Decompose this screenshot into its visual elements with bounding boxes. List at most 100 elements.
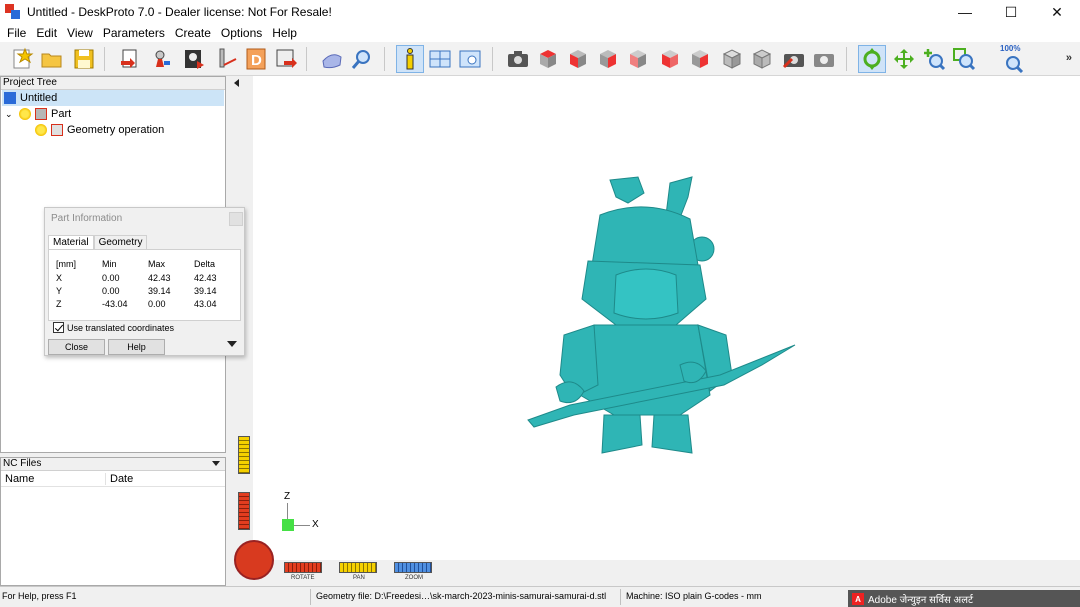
deskproto-app-icon: [5, 4, 21, 20]
view-box-button[interactable]: [748, 45, 776, 73]
column-header-date[interactable]: Date: [105, 472, 133, 485]
info-button[interactable]: [396, 45, 424, 73]
col-unit: [mm]: [56, 259, 76, 269]
zoom-100-button[interactable]: [1000, 47, 1028, 75]
open-button[interactable]: [38, 45, 66, 73]
cube-back-icon: [630, 50, 646, 68]
nc-files-title-text: NC Files: [3, 458, 42, 469]
view-back-button[interactable]: [624, 45, 652, 73]
nc-files-pane: NC Files Name Date: [0, 457, 226, 586]
cell: 39.14: [148, 286, 171, 296]
pan-mode-button[interactable]: [890, 45, 918, 73]
samurai-3d-model[interactable]: [520, 175, 810, 460]
part-info-table: [mm] Min Max Delta X 0.00 42.43 42.43 Y …: [48, 249, 241, 321]
col-delta: Delta: [194, 259, 216, 269]
maximize-button[interactable]: ☐: [988, 0, 1034, 24]
camera-red-button[interactable]: [780, 45, 808, 73]
cube-iso-icon: [722, 49, 742, 69]
nc-files-title: NC Files: [1, 458, 225, 471]
dialog-close-box[interactable]: [229, 212, 243, 226]
column-header-name[interactable]: Name: [1, 473, 105, 485]
rotate-mode-button[interactable]: [858, 45, 886, 73]
simulation-button[interactable]: [318, 45, 346, 73]
write-nc-button[interactable]: [272, 45, 300, 73]
status-machine: Machine: ISO plain G-codes - mm: [626, 591, 762, 601]
cell: Z: [56, 299, 62, 309]
tree-item-untitled[interactable]: Untitled: [2, 90, 224, 106]
expand-down-arrow-icon[interactable]: [227, 341, 237, 347]
save-button[interactable]: [70, 45, 98, 73]
menu-view[interactable]: View: [62, 26, 98, 40]
menu-help[interactable]: Help: [267, 26, 302, 40]
menu-options[interactable]: Options: [216, 26, 267, 40]
collapse-arrow-icon[interactable]: [234, 79, 239, 87]
nc-files-header: Name Date: [1, 471, 225, 487]
tree-item-geometry-operation[interactable]: Geometry operation: [35, 122, 164, 138]
title-bar: Untitled - DeskProto 7.0 - Dealer licens…: [0, 0, 1080, 24]
checkbox-checked-icon[interactable]: [53, 322, 64, 333]
tab-geometry[interactable]: Geometry: [93, 235, 148, 249]
view-right-button[interactable]: [594, 45, 622, 73]
view-window-button[interactable]: [456, 45, 484, 73]
col-min: Min: [102, 259, 117, 269]
zoom-window-icon: [953, 48, 976, 71]
pan-slider[interactable]: [339, 562, 377, 573]
toolbar-overflow-chevron[interactable]: »: [1066, 52, 1072, 64]
new-project-button[interactable]: [8, 45, 36, 73]
menu-edit[interactable]: Edit: [31, 26, 62, 40]
dropdown-arrow-icon[interactable]: [212, 461, 220, 466]
import-geometry-button[interactable]: [116, 45, 144, 73]
close-dialog-button[interactable]: Close: [48, 339, 105, 355]
camera-gray-icon: [814, 54, 834, 67]
camera-gray-button[interactable]: [810, 45, 838, 73]
menu-file[interactable]: File: [2, 26, 31, 40]
zoom-in-button[interactable]: [920, 45, 948, 73]
tab-material[interactable]: Material: [48, 235, 94, 249]
pan-slider-vertical[interactable]: [238, 436, 250, 474]
translated-coordinates-checkbox[interactable]: Use translated coordinates: [53, 322, 174, 333]
project-icon: [4, 92, 16, 104]
letter-d-icon: D: [246, 48, 266, 70]
minimize-button[interactable]: —: [942, 0, 988, 24]
part-information-dialog: Part Information Material Geometry [mm] …: [44, 207, 245, 356]
adobe-alert-notification[interactable]: A Adobe जेन्युइन सर्विस अलर्ट: [848, 590, 1080, 607]
help-button[interactable]: Help: [108, 339, 165, 355]
zoom-window-button[interactable]: [950, 45, 978, 73]
part-parameters-button[interactable]: [148, 45, 176, 73]
bitmap-button[interactable]: [180, 45, 208, 73]
menu-parameters[interactable]: Parameters: [98, 26, 170, 40]
zoom-slider[interactable]: [394, 562, 432, 573]
save-disk-icon: [74, 49, 94, 69]
part-icon: [35, 108, 47, 120]
lightbulb-icon[interactable]: [19, 108, 31, 120]
view-top-button[interactable]: [534, 45, 562, 73]
menu-create[interactable]: Create: [170, 26, 216, 40]
d-operation-button[interactable]: D: [242, 45, 270, 73]
preview-search-button[interactable]: [348, 45, 376, 73]
new-star-icon: [13, 47, 34, 69]
cube-right-icon: [600, 50, 616, 68]
view-front-button[interactable]: [564, 45, 592, 73]
rotate-slider-vertical[interactable]: [238, 492, 250, 530]
tree-item-label: Untitled: [20, 92, 58, 104]
view-bottom-button[interactable]: [686, 45, 714, 73]
cell: 42.43: [148, 273, 171, 283]
close-button[interactable]: ✕: [1034, 0, 1080, 24]
cell: 43.04: [194, 299, 217, 309]
camera-view-button[interactable]: [504, 45, 532, 73]
view-left-button[interactable]: [656, 45, 684, 73]
layout-button[interactable]: [426, 45, 454, 73]
rotate-slider[interactable]: [284, 562, 322, 573]
rotate-wheel[interactable]: [234, 540, 274, 580]
tool-button[interactable]: [212, 45, 240, 73]
part-icon: [155, 50, 170, 67]
svg-text:D: D: [251, 52, 262, 69]
view-iso-button[interactable]: [718, 45, 746, 73]
cube-front-icon: [570, 50, 586, 68]
status-help-text: For Help, press F1: [2, 591, 77, 601]
lightbulb-icon[interactable]: [35, 124, 47, 136]
tree-item-part[interactable]: ⌄ Part: [5, 106, 71, 122]
cell: 0.00: [102, 286, 120, 296]
expand-chevron-icon[interactable]: ⌄: [5, 109, 19, 120]
project-tree-title: Project Tree: [1, 77, 225, 90]
